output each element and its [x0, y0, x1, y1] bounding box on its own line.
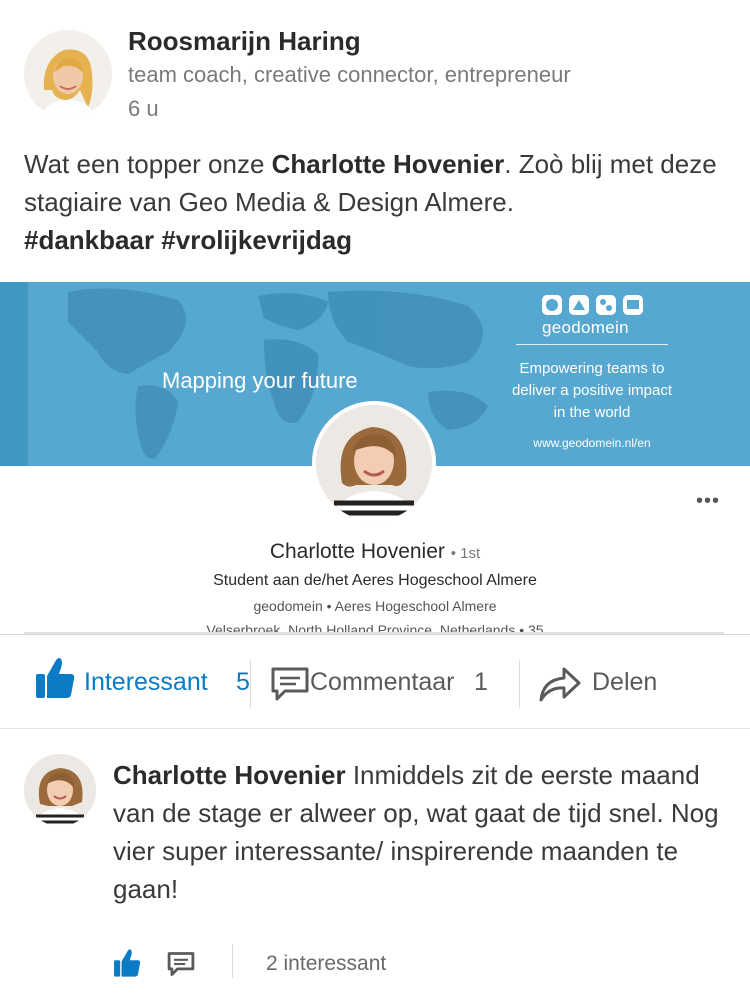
- divider: [232, 944, 233, 978]
- comment-button[interactable]: Commentaar: [310, 668, 455, 697]
- brand-name: geodomein: [542, 318, 629, 337]
- divider: [519, 660, 520, 708]
- thumbs-up-icon[interactable]: [34, 656, 76, 700]
- brand-slogan-line: deliver a positive impact: [511, 382, 673, 399]
- comment-like-count[interactable]: 2 interessant: [266, 952, 386, 976]
- geodomein-logo-icon: [542, 295, 643, 315]
- hashtags[interactable]: #dankbaar #vrolijkevrijdag: [24, 225, 352, 255]
- divider: [516, 344, 668, 345]
- shared-profile-card[interactable]: Mapping your future geodomein Empowering…: [0, 282, 750, 635]
- divider: [0, 728, 750, 729]
- speech-bubble-icon[interactable]: [167, 951, 195, 977]
- brand-slogan-line: in the world: [553, 404, 631, 421]
- connection-degree: • 1st: [450, 545, 481, 562]
- profile-photo[interactable]: [312, 401, 436, 525]
- like-button[interactable]: Interessant: [84, 668, 208, 697]
- comment-count[interactable]: 1: [474, 668, 488, 697]
- divider: [24, 632, 724, 634]
- profile-name[interactable]: Charlotte Hovenier • 1st: [0, 540, 750, 564]
- mention-link[interactable]: Charlotte Hovenier: [272, 149, 505, 179]
- post-text-part: Wat een topper onze: [24, 149, 272, 179]
- profile-title: Student aan de/het Aeres Hogeschool Alme…: [213, 572, 537, 589]
- divider: [250, 660, 251, 708]
- share-arrow-icon[interactable]: [538, 664, 582, 704]
- like-count[interactable]: 5: [236, 668, 250, 697]
- post-text: Wat een topper onze Charlotte Hovenier. …: [24, 145, 724, 259]
- more-options-icon[interactable]: •••: [696, 490, 720, 513]
- profile-company: geodomein • Aeres Hogeschool Almere: [253, 598, 497, 614]
- banner-tagline: Mapping your future: [162, 368, 358, 393]
- post-timestamp: 6 u: [128, 96, 159, 121]
- comment-author[interactable]: Charlotte Hovenier: [113, 760, 346, 790]
- author-avatar[interactable]: [24, 30, 112, 118]
- share-button[interactable]: Delen: [592, 668, 657, 697]
- comment-body: Charlotte Hovenier Inmiddels zit de eers…: [113, 756, 723, 908]
- profile-name-text: Charlotte Hovenier: [269, 540, 445, 563]
- banner-strip: [0, 282, 28, 466]
- commenter-avatar[interactable]: [24, 754, 96, 826]
- author-headline: team coach, creative connector, entrepre…: [128, 62, 571, 87]
- speech-bubble-icon[interactable]: [270, 666, 310, 702]
- thumbs-up-icon[interactable]: [112, 948, 142, 978]
- brand-url: www.geodomein.nl/en: [533, 436, 651, 450]
- author-name[interactable]: Roosmarijn Haring: [128, 26, 361, 57]
- brand-slogan: Empowering teams to deliver a positive i…: [496, 358, 688, 424]
- brand-slogan-line: Empowering teams to: [519, 360, 665, 377]
